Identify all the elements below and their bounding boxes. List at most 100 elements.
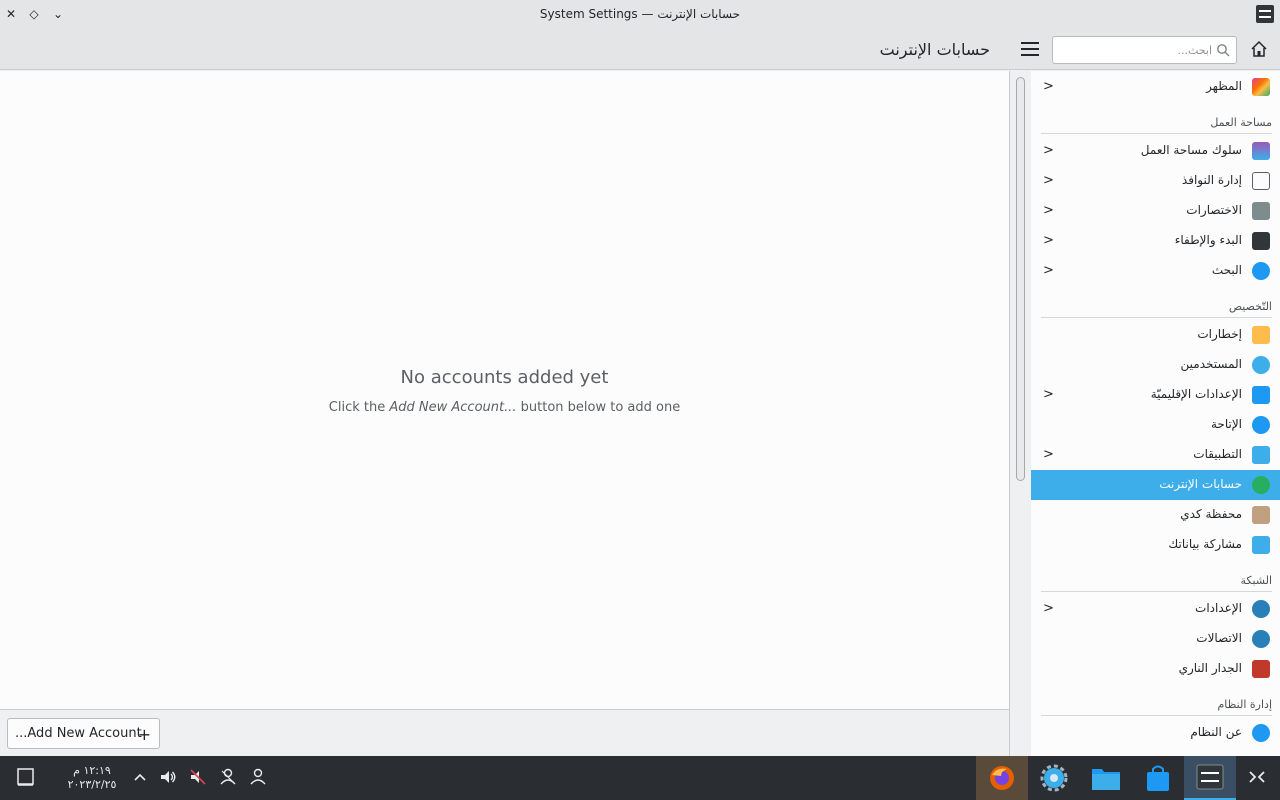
system-settings-icon xyxy=(1196,764,1224,790)
task-system-settings-gear[interactable] xyxy=(1028,756,1080,800)
home-icon[interactable] xyxy=(1250,40,1268,58)
sidebar-item[interactable]: البدء والإطفاء < xyxy=(1031,226,1280,256)
chevron-left-icon: < xyxy=(1043,447,1054,462)
sidebar-item-label: الإعدادات xyxy=(1195,601,1242,615)
taskbar: ١٢:١٩ م ٢٠٢٣/٢/٢٥ xyxy=(0,756,1280,800)
sidebar-item[interactable]: الإعدادات الإقليميّة < xyxy=(1031,380,1280,410)
sidebar-item-label: الإعدادات الإقليميّة xyxy=(1150,387,1242,401)
sidebar-item-label: الاختصارات xyxy=(1186,203,1242,217)
sidebar-item-label: سلوك مساحة العمل xyxy=(1140,143,1242,157)
sidebar-item[interactable]: المظهر < xyxy=(1031,72,1280,102)
sidebar-item[interactable]: البحث < xyxy=(1031,256,1280,286)
user-switch-icon[interactable] xyxy=(217,766,239,788)
firefox-icon xyxy=(990,766,1014,790)
task-file-manager[interactable] xyxy=(1080,756,1132,800)
network-settings-icon xyxy=(1252,600,1270,618)
sidebar-item[interactable]: المستخدمين xyxy=(1031,350,1280,380)
task-discover[interactable] xyxy=(1132,756,1184,800)
user-icon[interactable] xyxy=(247,766,269,788)
bell-icon xyxy=(1252,326,1270,344)
store-bag-icon xyxy=(1147,765,1169,791)
sidebar-item[interactable]: حسابات الإنترنت xyxy=(1031,470,1280,500)
empty-state-title: No accounts added yet xyxy=(400,367,609,388)
sidebar-item[interactable]: الاتصالات xyxy=(1031,624,1280,654)
section-network: الشبكة xyxy=(1041,574,1272,592)
scrollbar-thumb[interactable] xyxy=(1016,77,1025,481)
chevron-left-icon: < xyxy=(1043,387,1054,402)
firewall-icon xyxy=(1252,660,1270,678)
startup-icon xyxy=(1252,232,1270,250)
appearance-icon xyxy=(1252,78,1270,96)
task-firefox[interactable] xyxy=(976,756,1028,800)
info-icon xyxy=(1252,724,1270,742)
system-settings-app-icon[interactable] xyxy=(1256,5,1274,23)
sidebar-item[interactable]: الإتاحة xyxy=(1031,410,1280,440)
chevron-left-icon: < xyxy=(1043,173,1054,188)
regional-icon xyxy=(1252,386,1270,404)
chevron-left-icon: < xyxy=(1043,143,1054,158)
sidebar-item-label: المظهر xyxy=(1206,79,1242,93)
microphone-muted-icon[interactable] xyxy=(187,766,209,788)
search-field[interactable] xyxy=(1052,36,1237,64)
sidebar-item[interactable]: التطبيقات < xyxy=(1031,440,1280,470)
search-icon xyxy=(1252,262,1270,280)
header-bar: حسابات الإنترنت xyxy=(0,30,1280,70)
sidebar-item[interactable]: الجدار الناري xyxy=(1031,654,1280,684)
sidebar-item-label: التطبيقات xyxy=(1193,447,1242,461)
sidebar-item[interactable]: عن النظام xyxy=(1031,718,1280,748)
clock-date: ٢٠٢٣/٢/٢٥ xyxy=(67,778,117,791)
empty-state-subtitle: Click the Add New Account... button belo… xyxy=(328,400,681,415)
tray-expand-icon[interactable] xyxy=(129,766,151,788)
show-desktop-icon[interactable] xyxy=(15,766,37,788)
sidebar-item[interactable]: إدارة النوافذ < xyxy=(1031,166,1280,196)
keyboard-icon xyxy=(1252,202,1270,220)
sidebar-item-label: حسابات الإنترنت xyxy=(1159,477,1242,491)
accessibility-icon xyxy=(1252,416,1270,434)
overflow-grid-icon[interactable] xyxy=(1246,766,1268,788)
connections-icon xyxy=(1252,630,1270,648)
sidebar-scrollbar[interactable] xyxy=(1009,71,1031,756)
system-settings-window: ✕ ◇ ⌄ System Settings — حسابات الإنترنت … xyxy=(0,0,1280,800)
sidebar-item[interactable]: سلوك مساحة العمل < xyxy=(1031,136,1280,166)
online-accounts-icon xyxy=(1252,476,1270,494)
sidebar-item[interactable]: الإعدادات < xyxy=(1031,594,1280,624)
magnifier-icon xyxy=(1217,44,1230,57)
task-system-settings[interactable] xyxy=(1184,756,1236,800)
page-title: حسابات الإنترنت xyxy=(879,40,990,59)
window-management-icon xyxy=(1252,172,1270,190)
sidebar-item[interactable]: محفظة كدي xyxy=(1031,500,1280,530)
wallet-icon xyxy=(1252,506,1270,524)
add-new-account-label: ...Add New Account xyxy=(15,726,142,741)
volume-icon[interactable] xyxy=(157,766,179,788)
sidebar-item[interactable]: إخطارات xyxy=(1031,320,1280,350)
section-system: إدارة النظام xyxy=(1041,698,1272,716)
title-bar: ✕ ◇ ⌄ System Settings — حسابات الإنترنت xyxy=(0,0,1280,30)
sidebar-item[interactable]: الاختصارات < xyxy=(1031,196,1280,226)
workspace-behavior-icon xyxy=(1252,142,1270,160)
sidebar-item[interactable]: مشاركة بياناتك xyxy=(1031,530,1280,560)
users-icon xyxy=(1252,356,1270,374)
hamburger-menu-icon[interactable] xyxy=(1021,42,1039,58)
sidebar-item-label: إخطارات xyxy=(1197,327,1242,341)
sidebar-item-label: الاتصالات xyxy=(1196,631,1242,645)
sidebar-item-label: الإتاحة xyxy=(1210,417,1242,431)
feedback-icon xyxy=(1252,536,1270,554)
sidebar-item-label: عن النظام xyxy=(1190,725,1242,739)
applications-icon xyxy=(1252,446,1270,464)
sidebar-item-label: البدء والإطفاء xyxy=(1174,233,1242,247)
sidebar-item-label: مشاركة بياناتك xyxy=(1168,537,1242,551)
sidebar-item-label: البحث xyxy=(1211,263,1242,277)
chevron-left-icon: < xyxy=(1043,601,1054,616)
settings-sidebar: مساحة العمل التّخصيص الشبكة إدارة النظام… xyxy=(1031,71,1280,756)
add-new-account-button[interactable]: ...Add New Account + xyxy=(7,718,160,749)
folder-icon xyxy=(1092,769,1120,790)
sidebar-item-label: الجدار الناري xyxy=(1178,661,1242,675)
section-workspace: مساحة العمل xyxy=(1041,116,1272,134)
gear-icon xyxy=(1040,764,1068,792)
chevron-left-icon: < xyxy=(1043,79,1054,94)
sidebar-item-label: محفظة كدي xyxy=(1180,507,1242,521)
search-input[interactable] xyxy=(1057,41,1212,59)
chevron-left-icon: < xyxy=(1043,263,1054,278)
plus-icon: + xyxy=(137,725,151,744)
digital-clock[interactable]: ١٢:١٩ م ٢٠٢٣/٢/٢٥ xyxy=(56,764,128,792)
